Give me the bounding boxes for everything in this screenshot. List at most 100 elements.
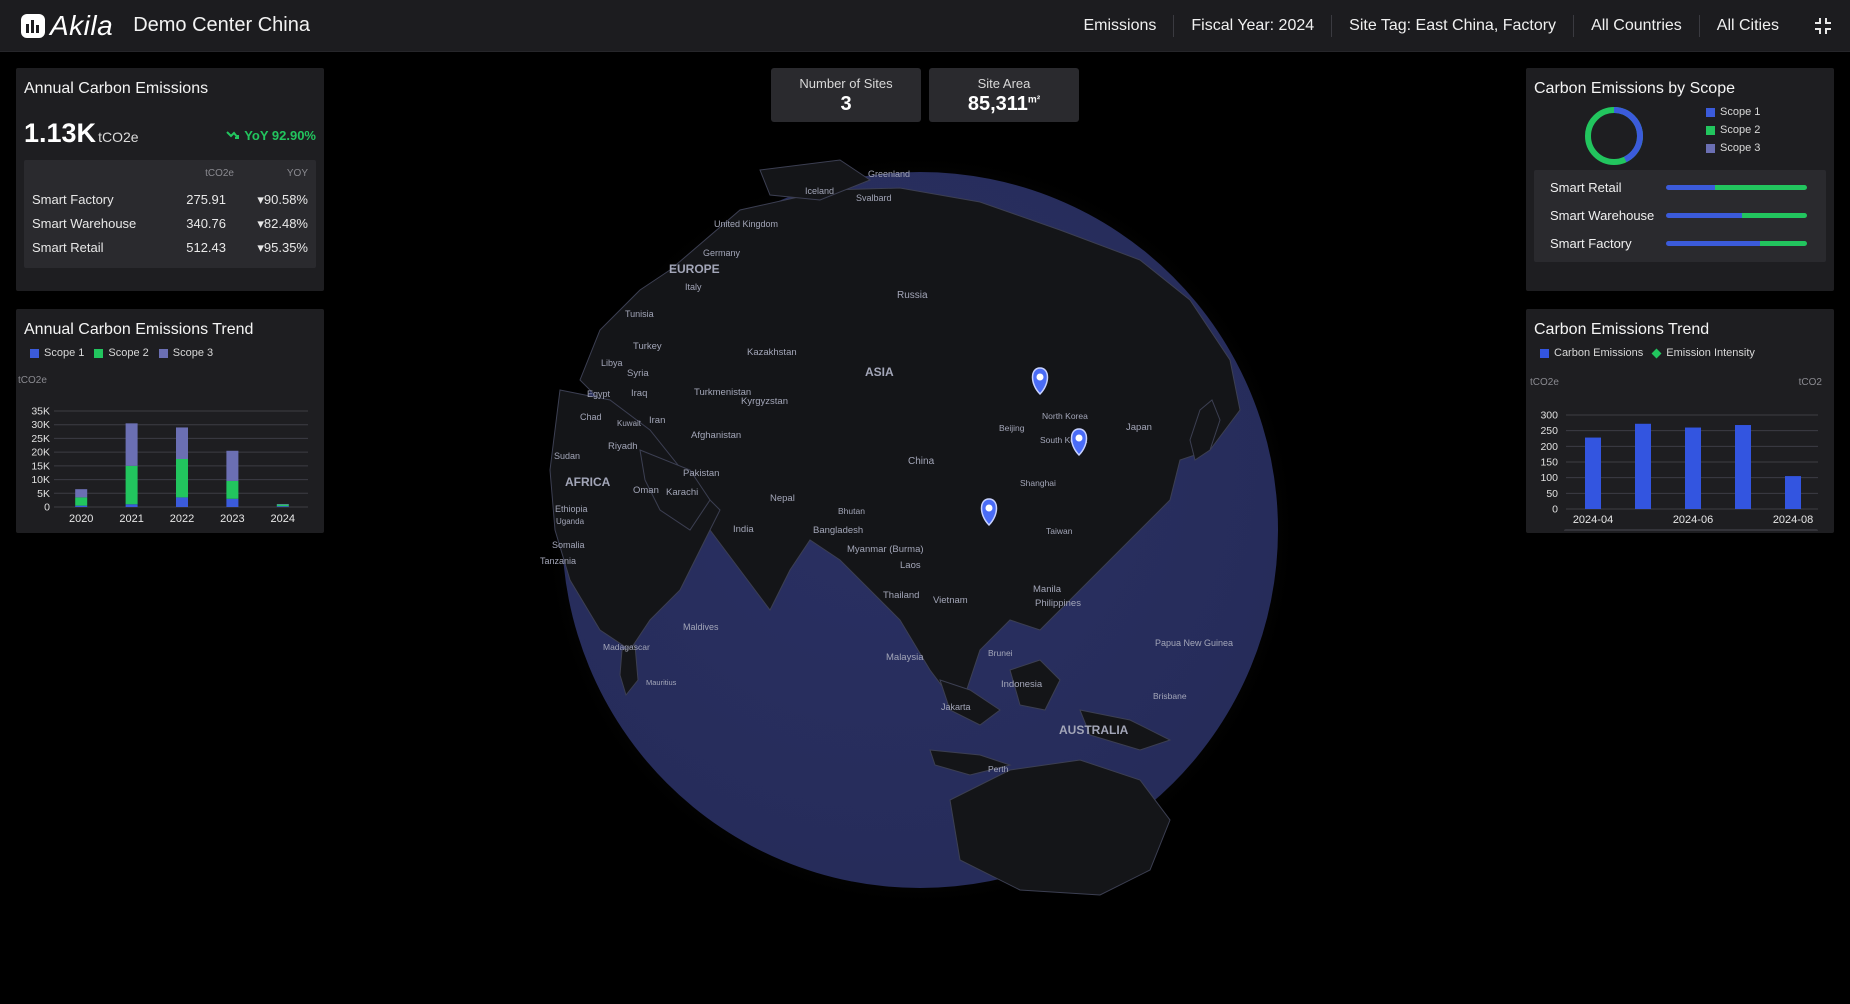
- legend-label: Scope 3: [1720, 142, 1761, 154]
- map-label: Brisbane: [1153, 691, 1187, 701]
- scope-row[interactable]: Smart Retail: [1550, 180, 1820, 198]
- x-tick-label: 2021: [119, 513, 143, 525]
- map-label: Kuwait: [617, 419, 642, 428]
- legend-label: Carbon Emissions: [1554, 347, 1644, 359]
- scope-row-name: Smart Retail: [1550, 180, 1622, 195]
- filter-metric[interactable]: Emissions: [1066, 14, 1175, 37]
- bar-carbon-emissions[interactable]: [1685, 427, 1701, 509]
- site-emissions-table: tCO2e YOY Smart Factory 275.91 ▾90.58% S…: [24, 160, 316, 268]
- table-row[interactable]: Smart Factory 275.91 ▾90.58%: [32, 192, 308, 212]
- kpi-sites-value: 3: [840, 93, 852, 115]
- filter-fiscal-year[interactable]: Fiscal Year: 2024: [1174, 14, 1333, 37]
- map-label: ASIA: [865, 365, 894, 379]
- map-label: Kazakhstan: [747, 347, 797, 358]
- scope-title: Carbon Emissions by Scope: [1534, 80, 1735, 97]
- row-site-name: Smart Warehouse: [32, 216, 137, 231]
- fullscreen-icon: [1815, 17, 1831, 34]
- bar-scope-2[interactable]: [75, 497, 88, 506]
- map-label: Myanmar (Burma): [847, 544, 924, 555]
- legend-emission-intensity[interactable]: Emission Intensity: [1651, 347, 1755, 359]
- map-label: Taiwan: [1046, 526, 1073, 536]
- chart-scrollbar[interactable]: [1564, 529, 1818, 531]
- bar-scope-3[interactable]: [75, 489, 88, 498]
- bar-scope-3[interactable]: [276, 503, 289, 505]
- map-label: Tunisia: [625, 309, 654, 319]
- bar-scope-1[interactable]: [226, 498, 239, 507]
- bar-scope-3[interactable]: [226, 450, 239, 481]
- bar-scope-2[interactable]: [176, 459, 188, 498]
- table-row[interactable]: Smart Retail 512.43 ▾95.35%: [32, 240, 308, 260]
- bar-segment-scope-2: [1715, 185, 1807, 190]
- y-tick-label: 30K: [31, 419, 50, 431]
- annual-trend-panel: Annual Carbon Emissions Trend Scope 1 Sc…: [16, 309, 324, 533]
- annual-trend-legend: Scope 1 Scope 2 Scope 3: [30, 347, 223, 359]
- scope-donut-chart[interactable]: [1582, 104, 1646, 168]
- bar-carbon-emissions[interactable]: [1785, 476, 1801, 509]
- legend-scope-1[interactable]: Scope 1: [1706, 106, 1760, 118]
- scope-row-name: Smart Factory: [1550, 236, 1632, 251]
- map-label: Germany: [703, 248, 741, 258]
- bar-scope-2[interactable]: [125, 465, 138, 505]
- annual-yoy-badge: YoY 92.90%: [226, 128, 316, 143]
- kpi-number-of-sites: Number of Sites 3: [771, 68, 921, 122]
- map-label: Turkey: [633, 341, 662, 352]
- scope-row[interactable]: Smart Warehouse: [1550, 208, 1820, 226]
- annual-emissions-title: Annual Carbon Emissions: [24, 80, 209, 97]
- table-row[interactable]: Smart Warehouse 340.76 ▾82.48%: [32, 216, 308, 236]
- annual-emissions-value: 1.13K tCO2e: [24, 118, 139, 149]
- annual-trend-chart[interactable]: 0 5K 10K 15K20K 25K 30K35K 2020 2021 2022 2023 202…: [16, 399, 316, 529]
- row-site-name: Smart Factory: [32, 192, 114, 207]
- y-tick-label: 15K: [31, 460, 50, 472]
- x-tick-label: 2024-08: [1773, 514, 1813, 526]
- legend-label: Scope 1: [44, 347, 85, 359]
- bar-carbon-emissions[interactable]: [1635, 423, 1651, 509]
- filter-countries[interactable]: All Countries: [1574, 14, 1700, 37]
- carbon-trend-chart[interactable]: 0 50 100 150 200 250 300 2024-04 2024-06 2024-08: [1526, 393, 1826, 531]
- annual-value-number: 1.13K: [24, 118, 97, 148]
- bar-segment-scope-2: [1742, 213, 1807, 218]
- row-site-value: 340.76: [186, 216, 226, 231]
- legend-scope-3[interactable]: Scope 3: [158, 347, 213, 359]
- col-header-value: tCO2e: [205, 168, 234, 179]
- bar-scope-1[interactable]: [125, 504, 138, 507]
- legend-carbon-emissions[interactable]: Carbon Emissions: [1540, 347, 1643, 359]
- map-label: Pakistan: [683, 468, 719, 479]
- scope-row[interactable]: Smart Factory: [1550, 236, 1820, 254]
- map-label: AFRICA: [565, 475, 611, 489]
- bar-carbon-emissions[interactable]: [1585, 437, 1601, 509]
- filter-cities[interactable]: All Cities: [1700, 15, 1796, 37]
- y-tick-label: 250: [1540, 425, 1558, 437]
- globe-map[interactable]: Greenland Iceland Svalbard United Kingdom Ge…: [540, 150, 1300, 910]
- map-label: Riyadh: [608, 441, 638, 452]
- legend-scope-2[interactable]: Scope 2: [1706, 124, 1760, 136]
- legend-scope-2[interactable]: Scope 2: [94, 347, 149, 359]
- x-tick-label: 2023: [220, 513, 244, 525]
- legend-scope-3[interactable]: Scope 3: [1706, 142, 1760, 154]
- brand-logo[interactable]: Akila: [20, 10, 113, 42]
- bar-scope-2[interactable]: [276, 504, 289, 507]
- fullscreen-button[interactable]: [1796, 0, 1850, 52]
- map-label: Iran: [649, 415, 665, 426]
- bar-segment-scope-1: [1666, 241, 1761, 246]
- x-tick-label: 2024-04: [1573, 514, 1613, 526]
- bar-scope-1[interactable]: [276, 506, 289, 507]
- bar-scope-3[interactable]: [125, 423, 138, 466]
- bar-scope-1[interactable]: [75, 505, 88, 507]
- bar-scope-2[interactable]: [226, 480, 239, 499]
- map-label: Tanzania: [540, 556, 576, 566]
- carbon-trend-title: Carbon Emissions Trend: [1534, 321, 1710, 338]
- carbon-trend-panel: Carbon Emissions Trend Carbon Emissions …: [1526, 309, 1834, 533]
- map-label: Iraq: [631, 388, 647, 399]
- kpi-area-value: 85,311: [967, 93, 1028, 115]
- bar-scope-1[interactable]: [176, 497, 188, 507]
- bar-scope-3[interactable]: [176, 427, 188, 459]
- map-label: Madagascar: [603, 642, 650, 652]
- map-label: EUROPE: [669, 262, 720, 276]
- bar-carbon-emissions[interactable]: [1735, 425, 1751, 509]
- legend-scope-1[interactable]: Scope 1: [30, 347, 84, 359]
- map-label: Somalia: [552, 540, 585, 550]
- bar-segment-scope-1: [1666, 213, 1743, 218]
- scope-breakdown-box: Smart Retail Smart Warehouse Smart Facto…: [1534, 170, 1826, 262]
- filter-site-tag[interactable]: Site Tag: East China, Factory: [1332, 14, 1575, 37]
- map-label: India: [733, 524, 754, 535]
